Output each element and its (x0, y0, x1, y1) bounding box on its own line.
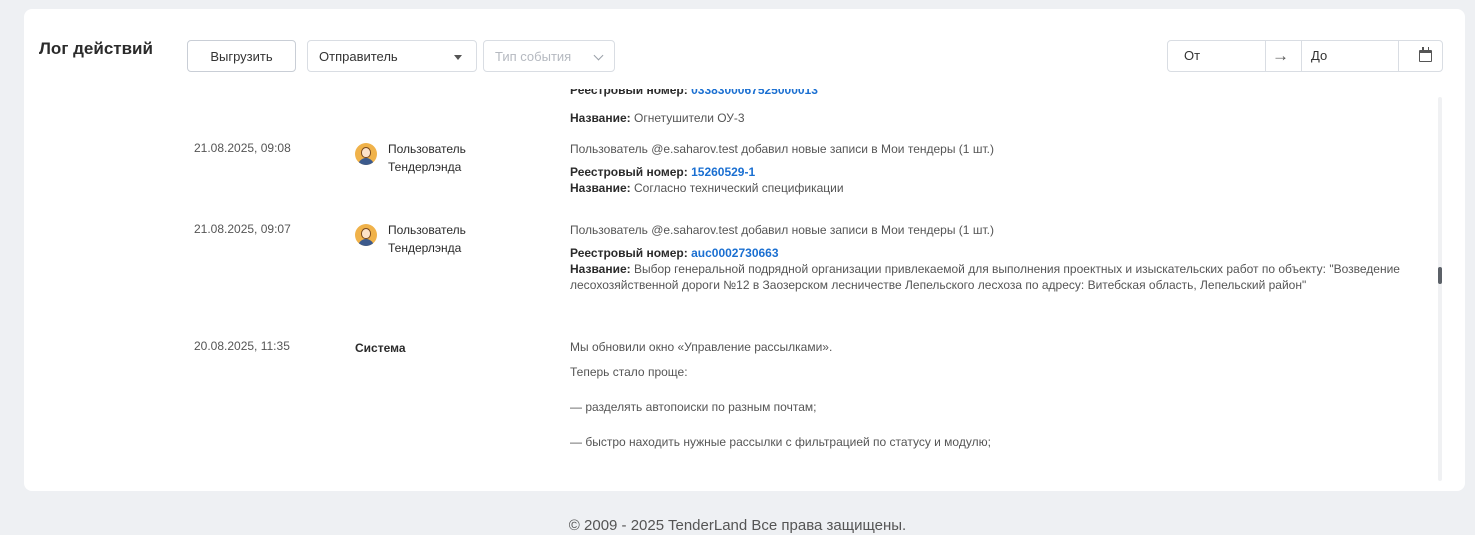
truncated-name-line: Название: Огнетушители ОУ-3 (570, 111, 745, 125)
entry-body: Мы обновили окно «Управление рассылками»… (570, 339, 1440, 450)
registry-number-link[interactable]: 0338300067525000013 (691, 89, 818, 97)
export-button[interactable]: Выгрузить (187, 40, 296, 72)
entry-sender: Система (355, 341, 406, 355)
section-title: Лог действий (39, 39, 153, 58)
entry-sender: Пользователь Тендерлэнда (355, 222, 466, 257)
calendar-icon[interactable] (1419, 47, 1432, 62)
entry-paragraph: Теперь стало проще: (570, 365, 688, 379)
truncated-registry-line: Реестровый номер: 0338300067525000013 (570, 89, 818, 97)
registry-number-link[interactable]: auc0002730663 (691, 246, 778, 260)
event-type-select-label: Тип события (495, 48, 572, 64)
sender-select[interactable]: Отправитель (307, 40, 477, 72)
entry-sender: Пользователь Тендерлэнда (355, 141, 466, 176)
user-avatar-icon (355, 143, 377, 165)
caret-down-icon (454, 55, 462, 60)
log-scrollbar[interactable] (1438, 97, 1442, 481)
registry-number-link[interactable]: 15260529-1 (691, 165, 755, 179)
date-from-input[interactable]: От (1168, 41, 1266, 71)
scrollbar-thumb[interactable] (1438, 267, 1442, 284)
footer-copyright: © 2009 - 2025 TenderLand Все права защищ… (568, 517, 907, 534)
entry-date: 21.08.2025, 09:08 (194, 141, 291, 155)
entry-paragraph: Мы обновили окно «Управление рассылками»… (570, 340, 833, 354)
log-list[interactable]: Реестровый номер: 0338300067525000013 На… (185, 89, 1445, 482)
entry-paragraph: — быстро находить нужные рассылки с филь… (570, 435, 991, 449)
entry-message: Пользователь @e.saharov.test добавил нов… (570, 223, 994, 237)
entry-body: Пользователь @e.saharov.test добавил нов… (570, 141, 1440, 196)
chevron-down-icon (593, 50, 604, 61)
date-range-picker: От → До (1167, 40, 1443, 72)
entry-date: 21.08.2025, 09:07 (194, 222, 291, 236)
entry-message: Пользователь @e.saharov.test добавил нов… (570, 142, 994, 156)
user-avatar-icon (355, 224, 377, 246)
action-log-card: Лог действий Выгрузить Отправитель Тип с… (24, 9, 1465, 491)
entry-date: 20.08.2025, 11:35 (194, 339, 290, 353)
event-type-select[interactable]: Тип события (483, 40, 615, 72)
sender-select-label: Отправитель (319, 48, 398, 64)
arrow-right-icon: → (1272, 46, 1289, 65)
date-to-input[interactable]: До (1301, 41, 1399, 71)
entry-body: Пользователь @e.saharov.test добавил нов… (570, 222, 1440, 293)
entry-paragraph: — разделять автопоиски по разным почтам; (570, 400, 817, 414)
